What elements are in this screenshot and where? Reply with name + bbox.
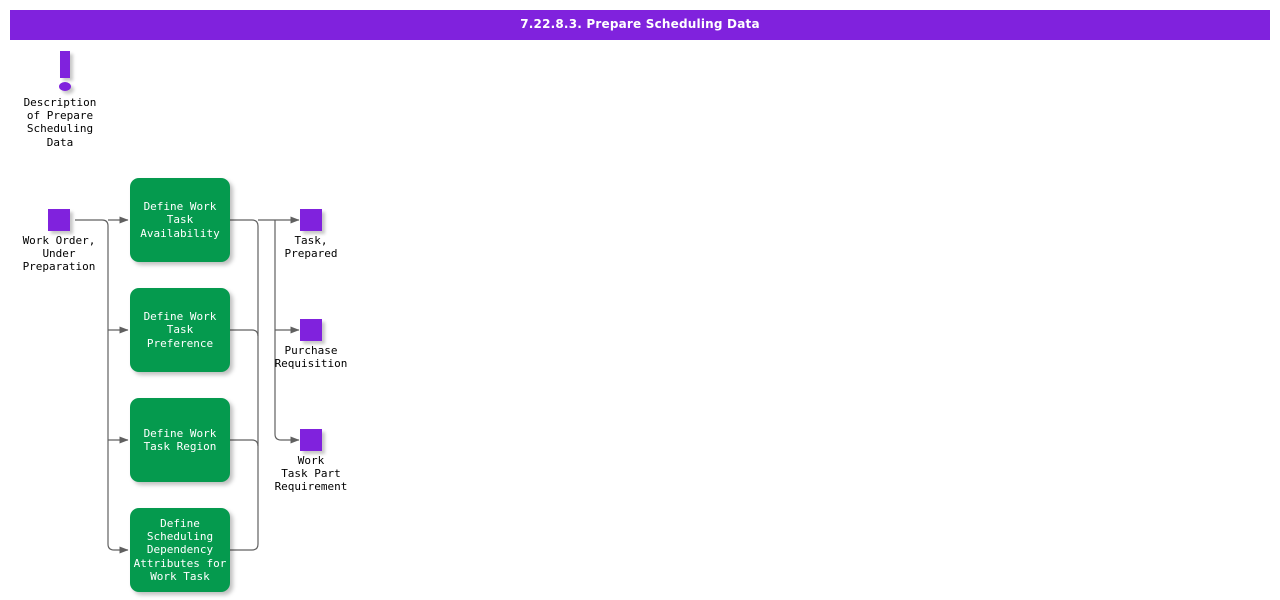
process-define-work-task-availability[interactable]: Define Work Task Availability xyxy=(130,178,230,262)
process-label: Define Work Task Region xyxy=(143,426,217,453)
process-define-work-task-region[interactable]: Define Work Task Region xyxy=(130,398,230,482)
data-object-label: Work Order, Under Preparation xyxy=(22,234,96,274)
page-title: 7.22.8.3. Prepare Scheduling Data xyxy=(520,17,760,31)
process-define-scheduling-dependency-attributes-for-work-task[interactable]: Define Scheduling Dependency Attributes … xyxy=(130,508,230,592)
process-label: Define Scheduling Dependency Attributes … xyxy=(133,516,227,583)
data-object-work-task-part-requirement[interactable]: Work Task Part Requirement xyxy=(261,429,361,494)
data-object-purchase-requisition[interactable]: Purchase Requisition xyxy=(261,319,361,370)
data-object-label: Work Task Part Requirement xyxy=(274,454,348,494)
connector-process-collect xyxy=(230,219,259,551)
data-object-icon xyxy=(48,209,70,231)
data-object-icon xyxy=(300,319,322,341)
window-title-bar: 7.22.8.3. Prepare Scheduling Data xyxy=(10,10,1270,40)
data-object-label: Purchase Requisition xyxy=(274,344,348,371)
process-label: Define Work Task Availability xyxy=(140,200,220,240)
exclamation-bar xyxy=(60,51,70,78)
exclamation-dot xyxy=(59,82,71,91)
description-note[interactable]: Description of Prepare Scheduling Data xyxy=(8,48,112,149)
data-object-icon xyxy=(300,209,322,231)
process-define-work-task-preference[interactable]: Define Work Task Preference xyxy=(130,288,230,372)
process-label: Define Work Task Preference xyxy=(143,310,217,350)
description-note-label: Description of Prepare Scheduling Data xyxy=(23,96,97,149)
exclamation-mark-icon xyxy=(8,48,112,94)
data-object-task-prepared[interactable]: Task, Prepared xyxy=(261,209,361,260)
data-object-work-order-under-preparation[interactable]: Work Order, Under Preparation xyxy=(9,209,109,274)
data-object-icon xyxy=(300,429,322,451)
data-object-label: Task, Prepared xyxy=(284,234,338,261)
